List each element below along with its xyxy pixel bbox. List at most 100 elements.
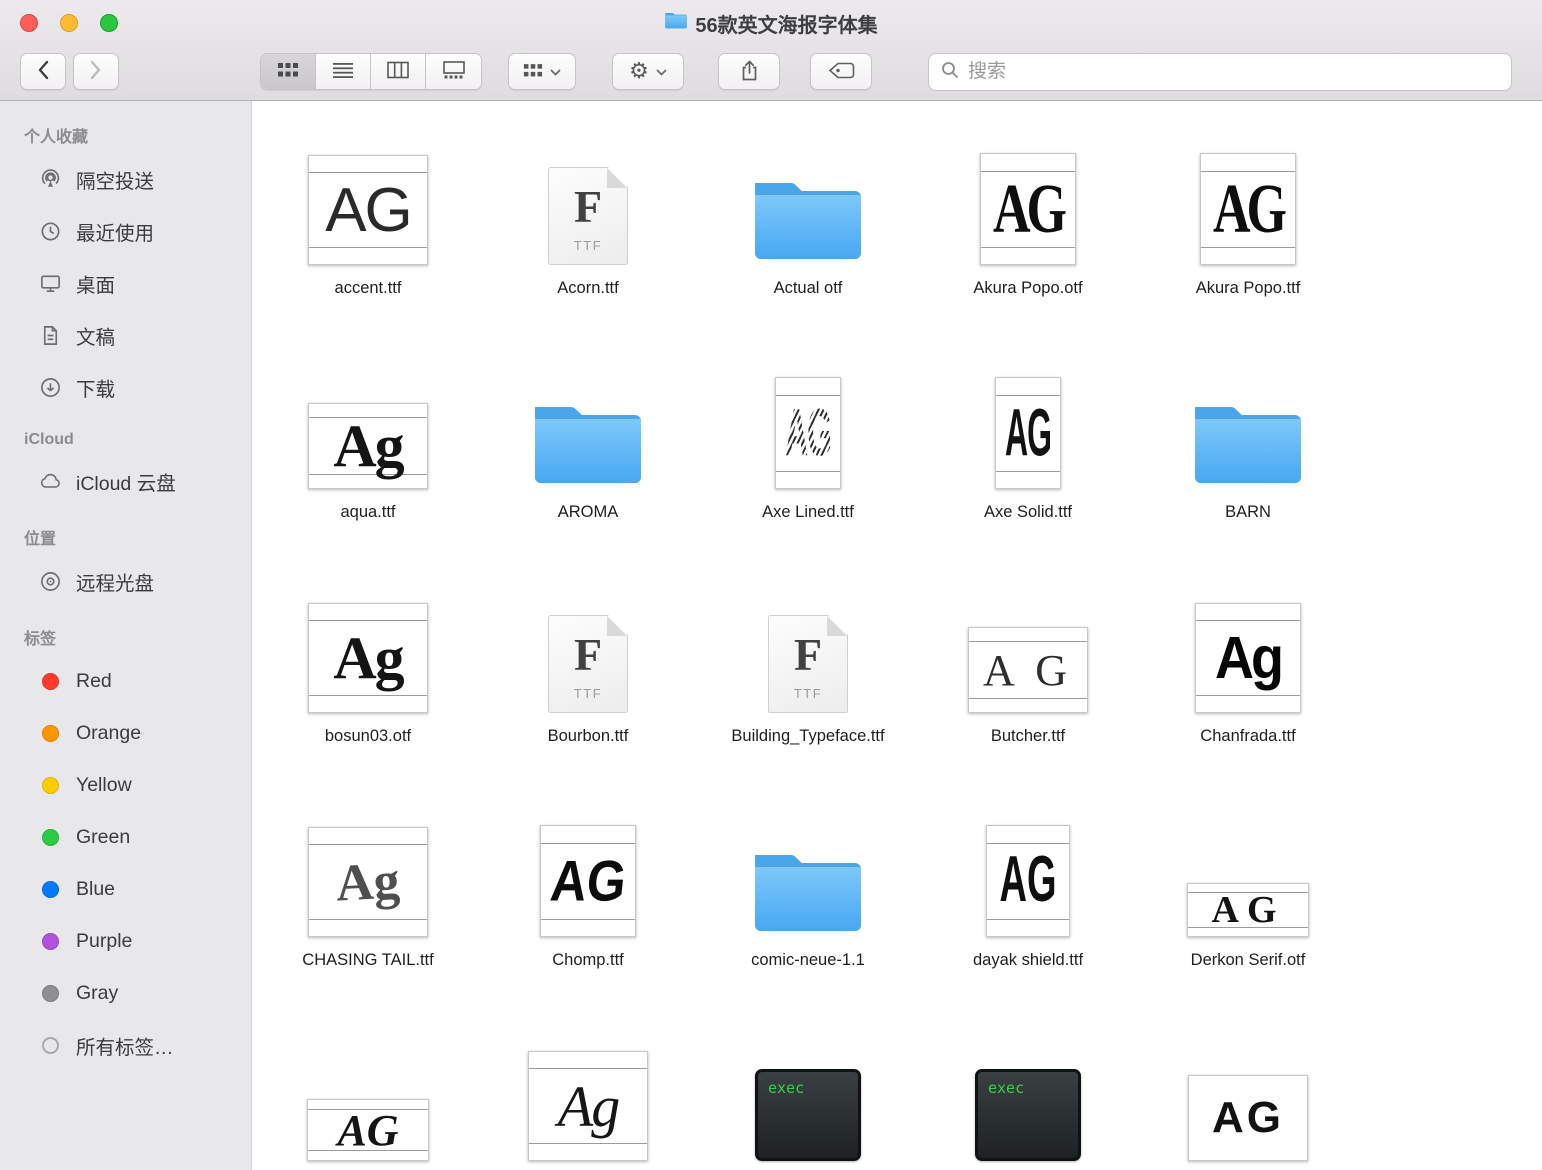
share-button[interactable] [718,53,780,90]
file-item[interactable]: FTTFBuilding_Typeface.ttf [698,563,918,787]
file-item[interactable]: exec [698,1011,918,1170]
sidebar-item-label: 最近使用 [76,217,154,246]
font-preview-letters: AG [1212,888,1285,932]
file-item[interactable]: AgCHASING TAIL.ttf [258,787,478,1011]
minimize-button[interactable] [60,14,78,32]
file-icon [529,339,647,489]
ttf-badge: TTF [549,686,627,701]
search-input[interactable] [968,61,1499,83]
file-item[interactable]: Agaqua.ttf [258,339,478,563]
action-menu-button[interactable]: ⚙ [612,53,684,90]
recents-icon [38,219,62,243]
window-title: 56款英文海报字体集 [695,9,877,38]
file-item[interactable]: AG [1138,1011,1358,1170]
file-item[interactable]: AGaccent.ttf [258,115,478,339]
fullscreen-button[interactable] [100,14,118,32]
file-icon: FTTF [768,563,848,713]
file-grid: AGaccent.ttfFTTFAcorn.ttfActual otfAGAku… [258,115,1542,1170]
sidebar-item-icloud-drive[interactable]: iCloud 云盘 [0,455,251,507]
tag-color-dot [42,933,59,950]
close-button[interactable] [20,14,38,32]
column-view-icon [387,61,409,82]
font-preview-icon: AG [1200,153,1296,265]
tag-color-dot [42,881,59,898]
file-name: Akura Popo.otf [973,278,1082,299]
sidebar-item-tag-purple[interactable]: Purple [0,915,251,967]
window-body: 个人收藏隔空投送最近使用桌面文稿下载iCloudiCloud 云盘位置远程光盘标… [0,101,1542,1170]
sidebar-item-tag-gray[interactable]: Gray [0,967,251,1019]
file-item[interactable]: AG Axe Solid.ttf [918,339,1138,563]
list-view-button[interactable] [316,54,371,89]
column-view-button[interactable] [371,54,426,89]
file-icon [749,115,867,265]
sidebar-item-tag-blue[interactable]: Blue [0,863,251,915]
file-item[interactable]: AROMA [478,339,698,563]
icon-view-button[interactable] [261,54,316,89]
sidebar-item-downloads[interactable]: 下载 [0,361,251,413]
file-item[interactable]: BARN [1138,339,1358,563]
sidebar-item-label: Red [76,670,112,693]
sidebar-item-recents[interactable]: 最近使用 [0,205,251,257]
sidebar-section-title: 标签 [0,619,251,655]
search-icon [941,61,959,84]
file-item[interactable]: AGAxe Lined.ttf [698,339,918,563]
file-item[interactable]: Agbosun03.otf [258,563,478,787]
file-icon: exec [975,1011,1081,1161]
file-icon: Ag [308,787,428,937]
sidebar-item-tag-green[interactable]: Green [0,811,251,863]
file-item[interactable]: FTTFAcorn.ttf [478,115,698,339]
chevron-right-icon [90,60,102,83]
cloud-icon [38,469,62,493]
file-item[interactable]: Ag [478,1011,698,1170]
file-icon: A G [968,563,1088,713]
sidebar-item-label: Purple [76,930,132,953]
file-name: Chanfrada.ttf [1200,726,1295,747]
tag-color-dot [42,725,59,742]
gallery-view-button[interactable] [426,54,481,89]
file-icon: AG [308,115,428,265]
file-name: Axe Solid.ttf [984,502,1072,523]
sidebar-item-airdrop[interactable]: 隔空投送 [0,153,251,205]
sidebar-section-title: 位置 [0,519,251,555]
file-item[interactable]: AGDerkon Serif.otf [1138,787,1358,1011]
sidebar-item-desktop[interactable]: 桌面 [0,257,251,309]
font-preview-icon: AG [307,1099,429,1161]
folder-proxy-icon [664,11,688,35]
sidebar-item-label: 远程光盘 [76,567,154,596]
sidebar-item-all-tags[interactable]: 所有标签… [0,1019,251,1071]
font-preview-icon: AG [308,155,428,265]
file-name: Actual otf [774,278,843,299]
file-item[interactable]: exec [918,1011,1138,1170]
sidebar-item-label: 文稿 [76,321,115,350]
file-icon: Ag [308,339,428,489]
exec-label: exec [768,1079,804,1097]
file-item[interactable]: AGChomp.ttf [478,787,698,1011]
file-name: comic-neue-1.1 [751,950,865,971]
exec-label: exec [988,1079,1024,1097]
file-item[interactable]: AGdayak shield.ttf [918,787,1138,1011]
exec-file-icon: exec [975,1069,1081,1161]
desktop-icon [38,271,62,295]
file-item[interactable]: FTTFBourbon.ttf [478,563,698,787]
search-field[interactable] [928,53,1512,91]
back-button[interactable] [20,53,66,90]
sidebar-item-remote-disc[interactable]: 远程光盘 [0,555,251,607]
file-item[interactable]: A GButcher.ttf [918,563,1138,787]
sidebar-item-tag-red[interactable]: Red [0,655,251,707]
file-icon: AG [1187,787,1309,937]
tag-button[interactable] [810,53,872,90]
file-item[interactable]: comic-neue-1.1 [698,787,918,1011]
sidebar-item-tag-yellow[interactable]: Yellow [0,759,251,811]
file-item[interactable]: AG [258,1011,478,1170]
file-item[interactable]: Actual otf [698,115,918,339]
group-by-button[interactable] [508,53,576,90]
sidebar-item-tag-orange[interactable]: Orange [0,707,251,759]
font-preview-letters: Ag [335,851,402,913]
sidebar-item-documents[interactable]: 文稿 [0,309,251,361]
file-item[interactable]: AgChanfrada.ttf [1138,563,1358,787]
font-preview-letters: AG [1005,394,1051,472]
file-item[interactable]: AGAkura Popo.ttf [1138,115,1358,339]
sidebar-item-label: Yellow [76,774,132,797]
forward-button[interactable] [73,53,119,90]
file-item[interactable]: AGAkura Popo.otf [918,115,1138,339]
